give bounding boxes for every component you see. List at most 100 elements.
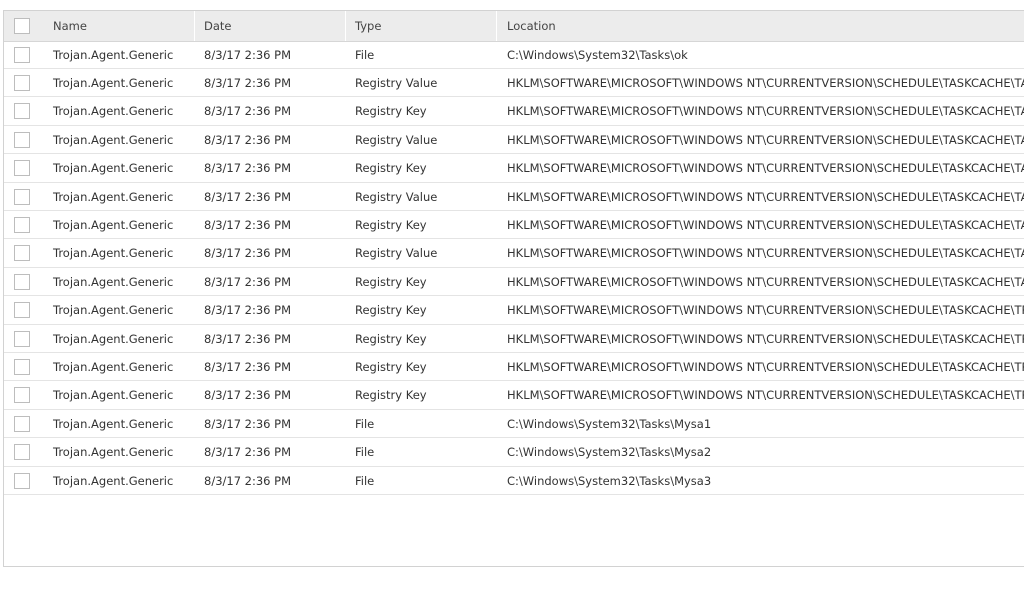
cell-type: Registry Key	[355, 359, 427, 374]
row-checkbox[interactable]	[14, 330, 30, 347]
table-row[interactable]: Trojan.Agent.Generic 8/3/17 2:36 PM Regist…	[4, 155, 1024, 183]
row-checkbox[interactable]	[14, 131, 30, 148]
row-checkbox[interactable]	[14, 444, 30, 461]
column-divider[interactable]	[345, 11, 346, 41]
cell-location: HKLM\SOFTWARE\MICROSOFT\WINDOWS NT\CURRE…	[507, 331, 1024, 346]
cell-name: Trojan.Agent.Generic	[53, 189, 174, 204]
cell-type: File	[355, 473, 375, 488]
cell-location: HKLM\SOFTWARE\MICROSOFT\WINDOWS NT\CURRE…	[507, 161, 1024, 176]
row-checkbox[interactable]	[14, 358, 30, 375]
cell-date: 8/3/17 2:36 PM	[204, 331, 292, 346]
row-checkbox[interactable]	[14, 472, 30, 489]
cell-type: Registry Value	[355, 75, 438, 90]
cell-location: HKLM\SOFTWARE\MICROSOFT\WINDOWS NT\CURRE…	[507, 132, 1024, 147]
cell-location: HKLM\SOFTWARE\MICROSOFT\WINDOWS NT\CURRE…	[507, 246, 1024, 261]
column-divider[interactable]	[194, 11, 195, 41]
cell-name: Trojan.Agent.Generic	[53, 246, 174, 261]
cell-date: 8/3/17 2:36 PM	[204, 132, 292, 147]
table-row[interactable]: Trojan.Agent.Generic 8/3/17 2:36 PM Regist…	[4, 183, 1024, 211]
cell-type: Registry Key	[355, 388, 427, 403]
cell-location: HKLM\SOFTWARE\MICROSOFT\WINDOWS NT\CURRE…	[507, 303, 1024, 318]
cell-date: 8/3/17 2:36 PM	[204, 416, 292, 431]
table-row[interactable]: Trojan.Agent.Generic 8/3/17 2:36 PM Regist…	[4, 240, 1024, 268]
column-header-location[interactable]: Location	[507, 11, 556, 41]
cell-type: Registry Key	[355, 274, 427, 289]
cell-type: Registry Value	[355, 246, 438, 261]
cell-date: 8/3/17 2:36 PM	[204, 246, 292, 261]
row-checkbox[interactable]	[14, 273, 30, 290]
row-checkbox[interactable]	[14, 103, 30, 120]
table-row[interactable]: Trojan.Agent.Generic 8/3/17 2:36 PM Regist…	[4, 325, 1024, 353]
row-checkbox[interactable]	[14, 415, 30, 432]
cell-type: Registry Value	[355, 132, 438, 147]
cell-name: Trojan.Agent.Generic	[53, 75, 174, 90]
column-header-type[interactable]: Type	[355, 11, 381, 41]
cell-name: Trojan.Agent.Generic	[53, 161, 174, 176]
cell-date: 8/3/17 2:36 PM	[204, 161, 292, 176]
cell-date: 8/3/17 2:36 PM	[204, 274, 292, 289]
table-row[interactable]: Trojan.Agent.Generic 8/3/17 2:36 PM Regist…	[4, 98, 1024, 126]
row-checkbox[interactable]	[14, 160, 30, 177]
cell-name: Trojan.Agent.Generic	[53, 445, 174, 460]
table-row[interactable]: Trojan.Agent.Generic 8/3/17 2:36 PM Regist…	[4, 268, 1024, 297]
cell-location: HKLM\SOFTWARE\MICROSOFT\WINDOWS NT\CURRE…	[507, 75, 1024, 90]
cell-type: Registry Key	[355, 217, 427, 232]
table-row[interactable]: Trojan.Agent.Generic 8/3/17 2:36 PM File C:…	[4, 467, 1024, 495]
column-header-date[interactable]: Date	[204, 11, 232, 41]
cell-name: Trojan.Agent.Generic	[53, 388, 174, 403]
cell-date: 8/3/17 2:36 PM	[204, 104, 292, 119]
cell-date: 8/3/17 2:36 PM	[204, 473, 292, 488]
cell-date: 8/3/17 2:36 PM	[204, 189, 292, 204]
results-table: Name Date Type Location Trojan.Agent.Gen…	[3, 10, 1024, 567]
cell-type: File	[355, 445, 375, 460]
cell-location: HKLM\SOFTWARE\MICROSOFT\WINDOWS NT\CURRE…	[507, 359, 1024, 374]
cell-type: Registry Key	[355, 331, 427, 346]
table-row[interactable]: Trojan.Agent.Generic 8/3/17 2:36 PM Regist…	[4, 69, 1024, 98]
cell-location: C:\Windows\System32\Tasks\Mysa2	[507, 445, 712, 460]
table-row[interactable]: Trojan.Agent.Generic 8/3/17 2:36 PM File C:…	[4, 410, 1024, 439]
row-checkbox[interactable]	[14, 188, 30, 205]
table-row[interactable]: Trojan.Agent.Generic 8/3/17 2:36 PM File C:…	[4, 41, 1024, 69]
cell-location: HKLM\SOFTWARE\MICROSOFT\WINDOWS NT\CURRE…	[507, 189, 1024, 204]
table-row[interactable]: Trojan.Agent.Generic 8/3/17 2:36 PM Regist…	[4, 382, 1024, 410]
cell-type: File	[355, 416, 375, 431]
row-checkbox[interactable]	[14, 245, 30, 262]
table-row[interactable]: Trojan.Agent.Generic 8/3/17 2:36 PM Regist…	[4, 353, 1024, 382]
cell-name: Trojan.Agent.Generic	[53, 217, 174, 232]
cell-name: Trojan.Agent.Generic	[53, 104, 174, 119]
cell-date: 8/3/17 2:36 PM	[204, 303, 292, 318]
cell-location: C:\Windows\System32\Tasks\Mysa3	[507, 473, 712, 488]
cell-location: C:\Windows\System32\Tasks\Mysa1	[507, 416, 712, 431]
cell-name: Trojan.Agent.Generic	[53, 473, 174, 488]
cell-date: 8/3/17 2:36 PM	[204, 359, 292, 374]
table-row[interactable]: Trojan.Agent.Generic 8/3/17 2:36 PM Regist…	[4, 297, 1024, 325]
cell-name: Trojan.Agent.Generic	[53, 47, 174, 62]
table-header: Name Date Type Location	[4, 11, 1024, 42]
cell-location: HKLM\SOFTWARE\MICROSOFT\WINDOWS NT\CURRE…	[507, 274, 1024, 289]
cell-date: 8/3/17 2:36 PM	[204, 217, 292, 232]
select-all-checkbox[interactable]	[14, 18, 30, 34]
row-checkbox[interactable]	[14, 387, 30, 404]
row-checkbox[interactable]	[14, 74, 30, 91]
row-checkbox[interactable]	[14, 302, 30, 319]
cell-date: 8/3/17 2:36 PM	[204, 75, 292, 90]
cell-name: Trojan.Agent.Generic	[53, 274, 174, 289]
table-row[interactable]: Trojan.Agent.Generic 8/3/17 2:36 PM Regist…	[4, 126, 1024, 155]
row-checkbox[interactable]	[14, 216, 30, 233]
cell-location: C:\Windows\System32\Tasks\ok	[507, 47, 688, 62]
table-row[interactable]: Trojan.Agent.Generic 8/3/17 2:36 PM File C:…	[4, 439, 1024, 467]
cell-date: 8/3/17 2:36 PM	[204, 47, 292, 62]
column-divider[interactable]	[496, 11, 497, 41]
cell-type: Registry Key	[355, 104, 427, 119]
cell-name: Trojan.Agent.Generic	[53, 303, 174, 318]
cell-type: Registry Value	[355, 189, 438, 204]
row-checkbox[interactable]	[14, 46, 30, 63]
cell-name: Trojan.Agent.Generic	[53, 359, 174, 374]
cell-name: Trojan.Agent.Generic	[53, 331, 174, 346]
cell-name: Trojan.Agent.Generic	[53, 416, 174, 431]
column-header-name[interactable]: Name	[53, 11, 87, 41]
cell-location: HKLM\SOFTWARE\MICROSOFT\WINDOWS NT\CURRE…	[507, 217, 1024, 232]
table-row[interactable]: Trojan.Agent.Generic 8/3/17 2:36 PM Regist…	[4, 211, 1024, 240]
cell-location: HKLM\SOFTWARE\MICROSOFT\WINDOWS NT\CURRE…	[507, 388, 1024, 403]
cell-type: Registry Key	[355, 161, 427, 176]
